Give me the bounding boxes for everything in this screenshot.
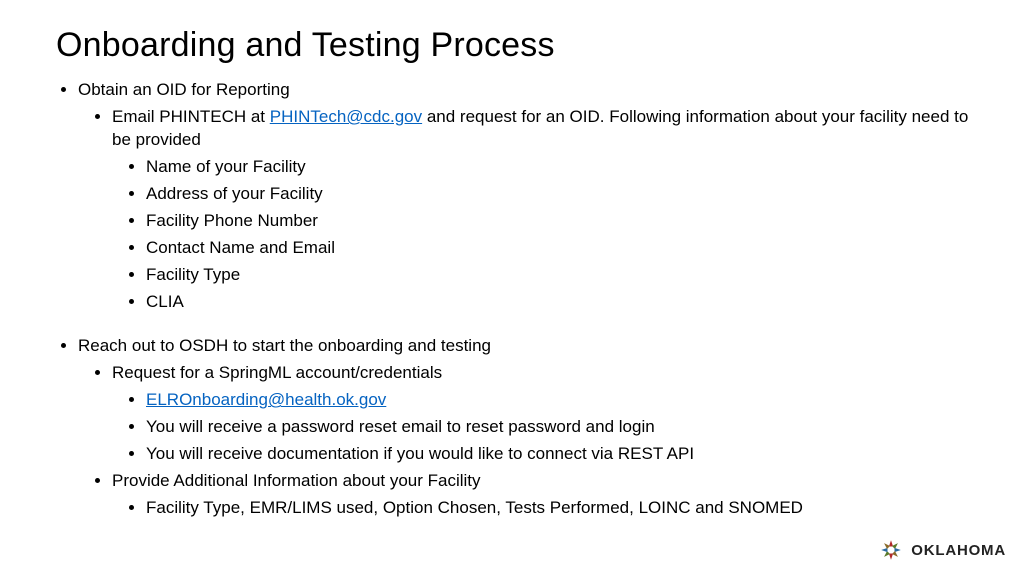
list-item: Address of your Facility (146, 183, 974, 206)
subsub-list: Name of your Facility Address of your Fa… (112, 156, 974, 314)
text: Provide Additional Information about you… (112, 471, 481, 490)
email-link[interactable]: PHINTech@cdc.gov (270, 107, 422, 126)
text: Reach out to OSDH to start the onboardin… (78, 336, 491, 355)
list-item: You will receive a password reset email … (146, 416, 974, 439)
list-item: Facility Type (146, 264, 974, 287)
list-item: Email PHINTECH at PHINTech@cdc.gov and r… (112, 106, 974, 314)
list-item: You will receive documentation if you wo… (146, 443, 974, 466)
text: Obtain an OID for Reporting (78, 80, 290, 99)
text: Email PHINTECH at (112, 107, 270, 126)
oklahoma-logo: OKLAHOMA (877, 536, 1006, 564)
list-item: Provide Additional Information about you… (112, 470, 974, 520)
page-title: Onboarding and Testing Process (56, 26, 974, 65)
logo-text: OKLAHOMA (911, 542, 1006, 559)
list-item: Name of your Facility (146, 156, 974, 179)
subsub-list: ELROnboarding@health.ok.gov You will rec… (112, 389, 974, 466)
text: Request for a SpringML account/credentia… (112, 363, 442, 382)
sunburst-icon (877, 536, 905, 564)
list-item: Reach out to OSDH to start the onboardin… (78, 335, 974, 520)
list-item: Facility Type, EMR/LIMS used, Option Cho… (146, 497, 974, 520)
list-item: ELROnboarding@health.ok.gov (146, 389, 974, 412)
spacer (56, 321, 974, 335)
list-item: Request for a SpringML account/credentia… (112, 362, 974, 466)
bullet-list: Obtain an OID for Reporting Email PHINTE… (56, 79, 974, 313)
list-item: CLIA (146, 291, 974, 314)
email-link[interactable]: ELROnboarding@health.ok.gov (146, 390, 386, 409)
subsub-list: Facility Type, EMR/LIMS used, Option Cho… (112, 497, 974, 520)
sub-list: Email PHINTECH at PHINTech@cdc.gov and r… (78, 106, 974, 314)
list-item: Obtain an OID for Reporting Email PHINTE… (78, 79, 974, 313)
slide: Onboarding and Testing Process Obtain an… (0, 0, 1024, 576)
bullet-list: Reach out to OSDH to start the onboardin… (56, 335, 974, 520)
sub-list: Request for a SpringML account/credentia… (78, 362, 974, 520)
list-item: Contact Name and Email (146, 237, 974, 260)
list-item: Facility Phone Number (146, 210, 974, 233)
